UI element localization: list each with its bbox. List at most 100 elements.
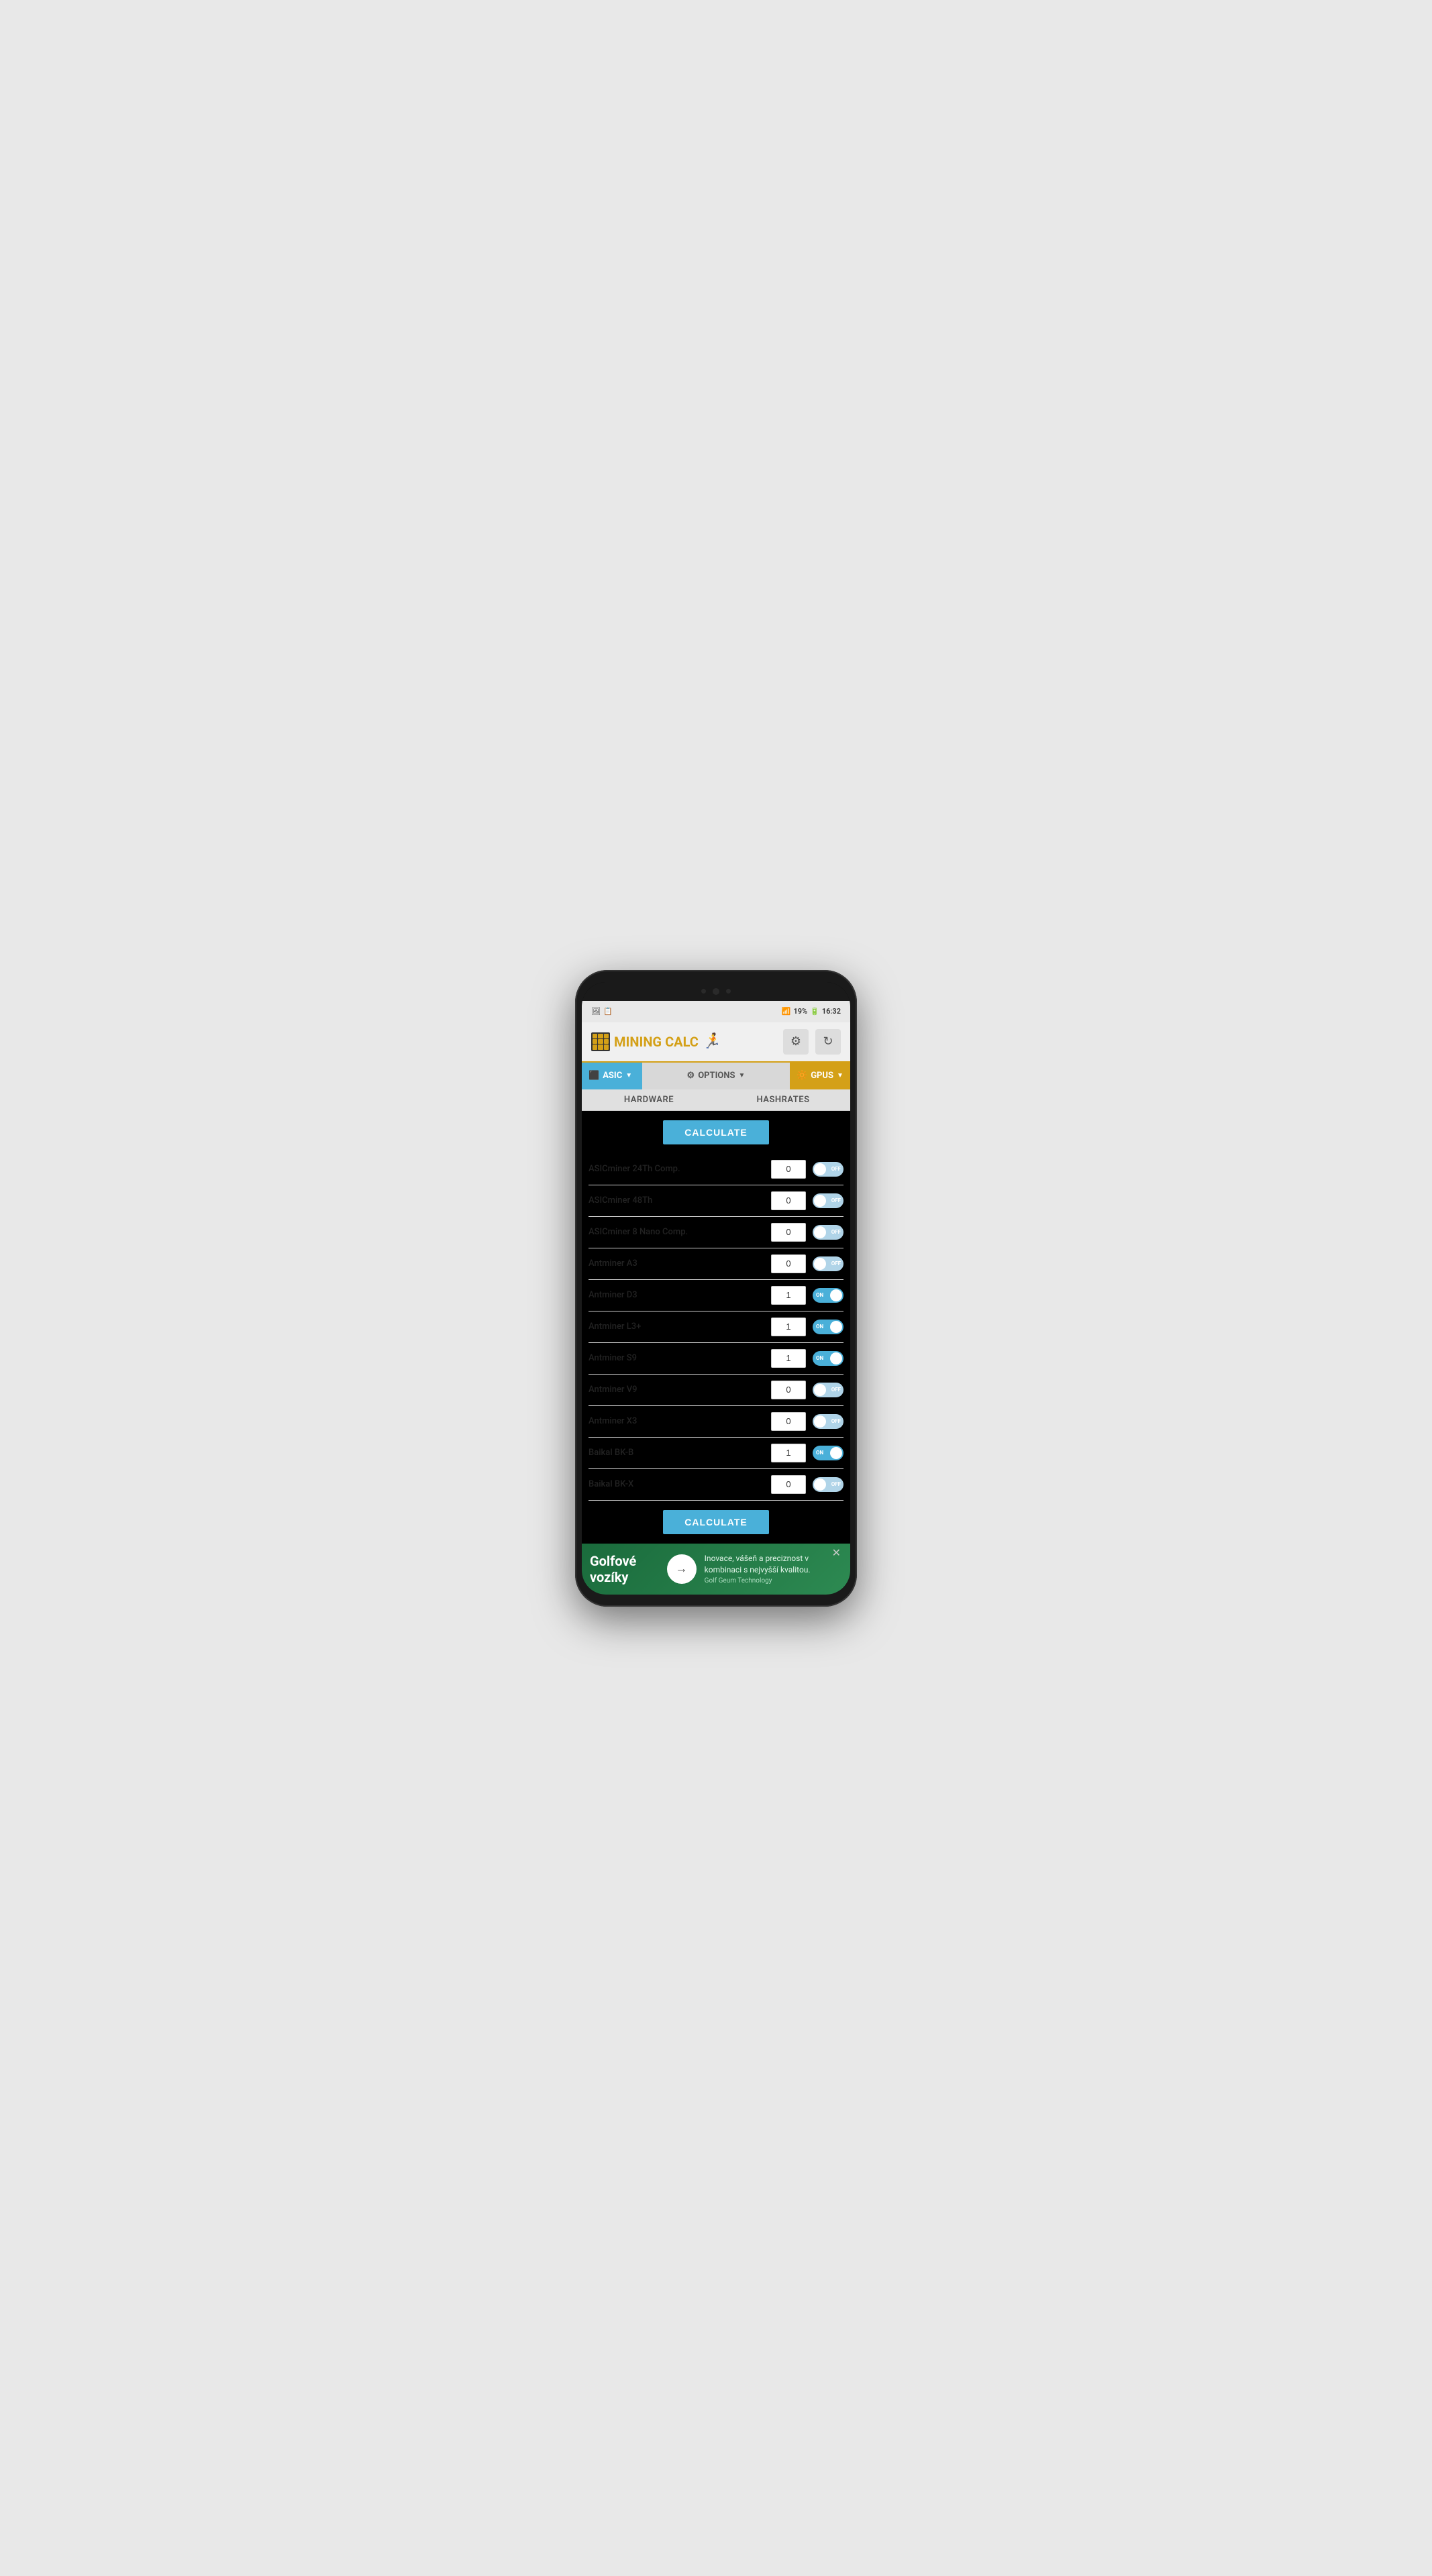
battery-percentage: 19% [793, 1007, 807, 1016]
miner-toggle[interactable]: OFF [813, 1256, 843, 1271]
ad-description-text: Inovace, vášeň a preciznost v kombinaci … [705, 1553, 842, 1576]
options-label: OPTIONS [698, 1071, 735, 1081]
toggle-label: OFF [831, 1387, 841, 1393]
options-arrow-icon: ▼ [739, 1072, 746, 1079]
sensor-dot-1 [701, 989, 706, 994]
camera-sensor [713, 988, 719, 995]
miner-name: Antminer D3 [589, 1290, 764, 1300]
miner-row: Antminer X3 OFF [589, 1406, 843, 1438]
toggle-knob [830, 1447, 842, 1459]
logo-area: MINING CALC 🏃 [591, 1032, 721, 1051]
miner-name: Baikal BK-X [589, 1479, 764, 1489]
toggle-label: OFF [831, 1481, 841, 1487]
miner-name: ASICminer 24Th Comp. [589, 1164, 764, 1174]
miner-toggle[interactable]: OFF [813, 1383, 843, 1397]
nav-asic-tab[interactable]: ⬛ ASIC ▼ [582, 1063, 642, 1089]
toggle-knob [814, 1195, 826, 1207]
miner-toggle[interactable]: OFF [813, 1193, 843, 1208]
logo-mining: MINING [614, 1034, 662, 1050]
miner-toggle[interactable]: OFF [813, 1414, 843, 1429]
tab-headers: HARDWARE HASHRATES [582, 1089, 850, 1111]
miner-name: Antminer L3+ [589, 1322, 764, 1332]
miner-name: Antminer V9 [589, 1385, 764, 1395]
miner-toggle[interactable]: ON [813, 1320, 843, 1334]
miner-name: Antminer X3 [589, 1416, 764, 1426]
toggle-knob [814, 1226, 826, 1238]
logo-calc: CALC [665, 1034, 699, 1050]
toggle-knob [814, 1384, 826, 1396]
refresh-icon: ↻ [823, 1034, 833, 1049]
miner-name: Antminer S9 [589, 1353, 764, 1363]
tab-hashrates[interactable]: HASHRATES [716, 1089, 850, 1110]
toggle-knob [830, 1352, 842, 1364]
miner-row: Baikal BK-X OFF [589, 1469, 843, 1501]
battery-icon: 🔋 [810, 1007, 819, 1016]
status-image-icon: 🖼 [591, 1007, 601, 1016]
miner-row: ASICminer 48Th OFF [589, 1185, 843, 1217]
sensor-dot-2 [726, 989, 731, 994]
miner-quantity-input[interactable] [771, 1412, 806, 1431]
miner-quantity-input[interactable] [771, 1160, 806, 1179]
miner-toggle[interactable]: OFF [813, 1162, 843, 1177]
gpus-label: GPUS [811, 1071, 833, 1081]
asic-label: ASIC [603, 1071, 622, 1081]
miner-quantity-input[interactable] [771, 1254, 806, 1273]
miner-quantity-input[interactable] [771, 1381, 806, 1399]
logo-runner-icon: 🏃 [703, 1033, 721, 1050]
ad-description-area: Inovace, vášeň a preciznost v kombinaci … [705, 1553, 842, 1585]
toggle-label: ON [816, 1450, 823, 1456]
toggle-label: OFF [831, 1166, 841, 1172]
miner-quantity-input[interactable] [771, 1191, 806, 1210]
asic-chip-icon: ⬛ [589, 1071, 599, 1081]
asic-arrow-icon: ▼ [625, 1072, 632, 1079]
wifi-icon: 📶 [782, 1007, 791, 1016]
toggle-label: ON [816, 1355, 823, 1361]
gpus-icon: 🔆 [797, 1071, 807, 1081]
ad-cta-button[interactable]: → [667, 1554, 697, 1584]
miner-quantity-input[interactable] [771, 1475, 806, 1494]
toggle-label: OFF [831, 1197, 841, 1203]
status-right: 📶 19% 🔋 16:32 [782, 1007, 841, 1016]
toggle-label: OFF [831, 1418, 841, 1424]
miner-row: Baikal BK-BON [589, 1438, 843, 1469]
calculate-top-button[interactable]: CALCULATE [663, 1120, 769, 1144]
miner-quantity-input[interactable] [771, 1444, 806, 1462]
miner-row: Antminer D3 ON [589, 1280, 843, 1311]
toggle-label: OFF [831, 1260, 841, 1267]
miner-quantity-input[interactable] [771, 1286, 806, 1305]
status-bar: 🖼 📋 📶 19% 🔋 16:32 [582, 1001, 850, 1022]
toggle-label: ON [816, 1292, 823, 1298]
miner-toggle[interactable]: OFF [813, 1225, 843, 1240]
calculate-bottom-button[interactable]: CALCULATE [663, 1510, 769, 1534]
toggle-label: ON [816, 1324, 823, 1330]
status-left: 🖼 📋 [591, 1007, 613, 1016]
miner-row: Antminer A3OFF [589, 1248, 843, 1280]
ad-close-button[interactable]: ✕ [832, 1546, 841, 1559]
toggle-label: OFF [831, 1229, 841, 1235]
nav-gpus-tab[interactable]: 🔆 GPUS ▼ [790, 1063, 850, 1089]
nav-options-tab[interactable]: ⚙ OPTIONS ▼ [642, 1063, 790, 1089]
miner-row: Antminer S9 ON [589, 1343, 843, 1375]
toggle-knob [814, 1415, 826, 1428]
miner-row: Antminer V9 OFF [589, 1375, 843, 1406]
miner-row: ASICminer 24Th Comp. OFF [589, 1154, 843, 1185]
gpus-arrow-icon: ▼ [837, 1072, 843, 1079]
clock: 16:32 [822, 1007, 841, 1016]
miner-toggle[interactable]: ON [813, 1446, 843, 1460]
toggle-knob [814, 1258, 826, 1270]
miner-name: ASICminer 48Th [589, 1195, 764, 1205]
ad-banner: Golfové vozíky → Inovace, vášeň a preciz… [582, 1544, 850, 1595]
tab-hardware[interactable]: HARDWARE [582, 1089, 716, 1110]
toggle-knob [830, 1321, 842, 1333]
miner-toggle[interactable]: OFF [813, 1477, 843, 1492]
miner-toggle[interactable]: ON [813, 1288, 843, 1303]
header-icons: ⚙ ↻ [783, 1029, 841, 1055]
toggle-knob [814, 1479, 826, 1491]
logo-grid-icon [591, 1032, 610, 1051]
miner-quantity-input[interactable] [771, 1349, 806, 1368]
miner-quantity-input[interactable] [771, 1318, 806, 1336]
settings-button[interactable]: ⚙ [783, 1029, 809, 1055]
refresh-button[interactable]: ↻ [815, 1029, 841, 1055]
miner-quantity-input[interactable] [771, 1223, 806, 1242]
miner-toggle[interactable]: ON [813, 1351, 843, 1366]
